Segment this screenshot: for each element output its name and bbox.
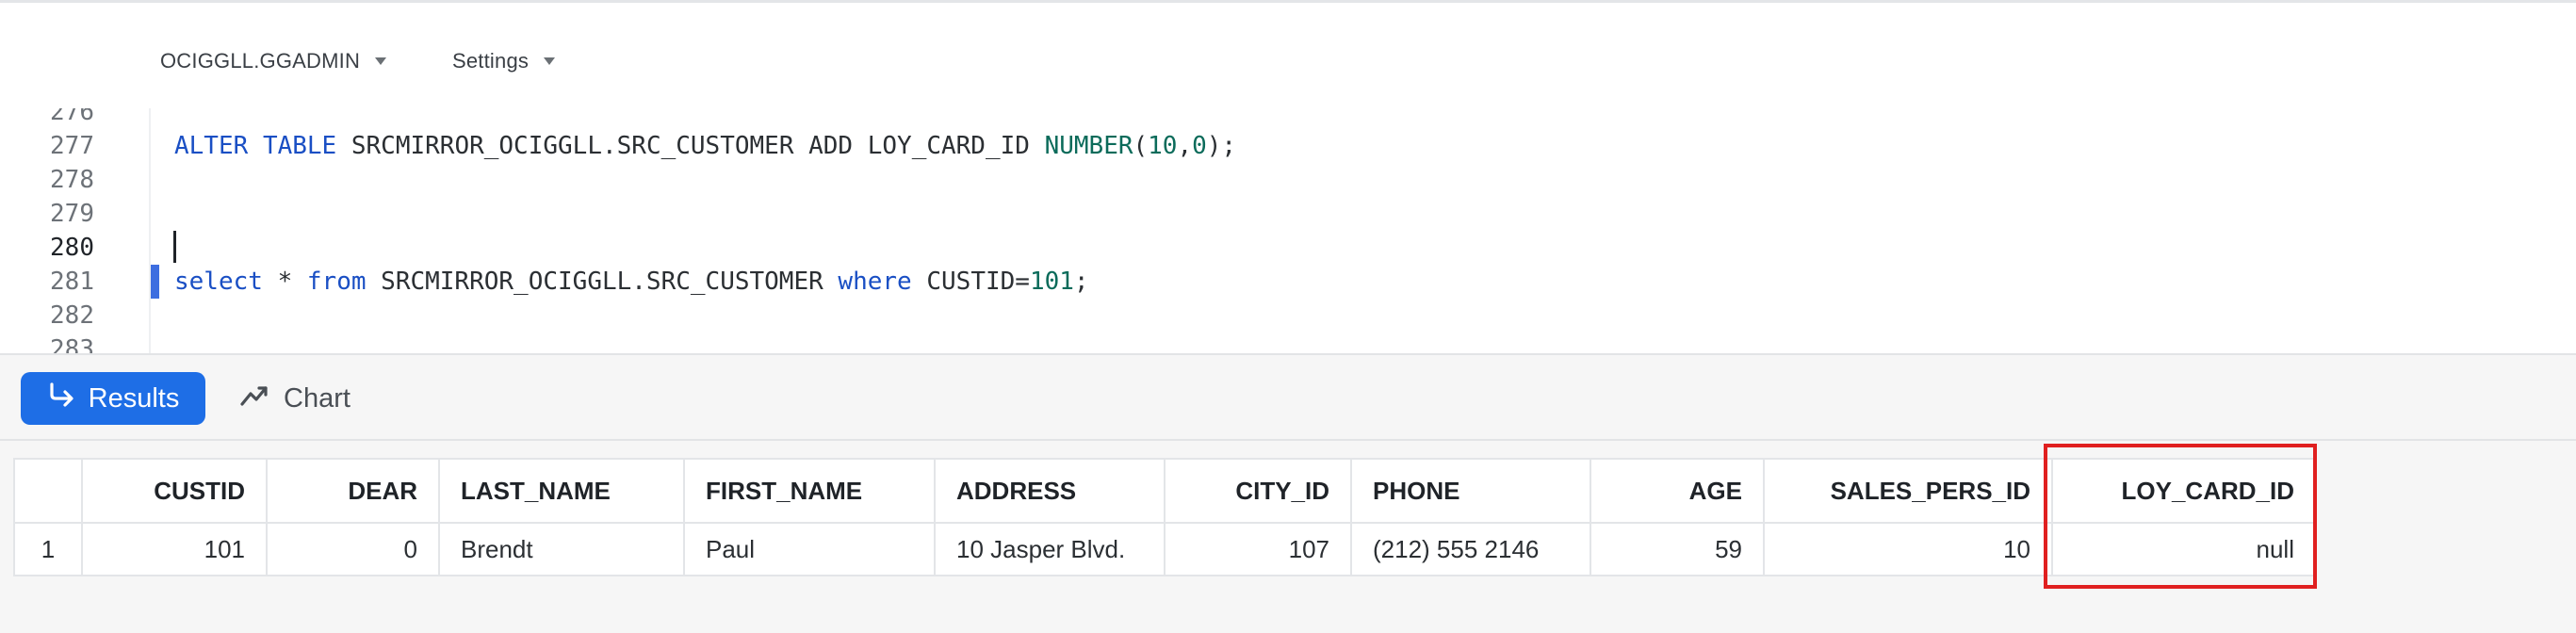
keyword: select <box>174 268 263 296</box>
editor-toolbar: OCIGGLL.GGADMIN Settings <box>0 3 2576 108</box>
grid-header-row: CUSTID DEAR LAST_NAME FIRST_NAME ADDRESS… <box>13 458 2317 524</box>
keyword: TABLE <box>262 132 337 160</box>
code-line-279: 279 <box>0 197 2576 231</box>
code-line-277[interactable]: 277 ALTER TABLE SRCMIRROR_OCIGGLL.SRC_CU… <box>0 129 2576 163</box>
line-number: 279 <box>50 200 94 228</box>
type-name: NUMBER <box>1044 132 1133 160</box>
punct: , <box>1177 132 1193 160</box>
identifier: SRCMIRROR_OCIGGLL.SRC_CUSTOMER <box>366 268 839 296</box>
column-header-dear[interactable]: DEAR <box>266 458 440 524</box>
cell-first-name[interactable]: Paul <box>683 522 936 576</box>
identifier: CUSTID= <box>911 268 1030 296</box>
column-header-city-id[interactable]: CITY_ID <box>1164 458 1352 524</box>
code-line-278: 278 <box>0 163 2576 197</box>
punct: ; <box>1073 268 1089 296</box>
line-number: 278 <box>50 166 94 194</box>
number-literal: 101 <box>1029 268 1074 296</box>
schema-dropdown[interactable]: OCIGGLL.GGADMIN <box>160 42 387 80</box>
settings-dropdown-label: Settings <box>452 49 530 73</box>
line-number: 277 <box>50 132 94 160</box>
cell-sales-pers-id[interactable]: 10 <box>1763 522 2053 576</box>
row-number: 1 <box>13 522 83 576</box>
results-tab-label: Results <box>88 382 180 414</box>
caret-down-icon <box>375 57 387 65</box>
cell-city-id[interactable]: 107 <box>1164 522 1352 576</box>
arrow-return-icon <box>47 381 75 415</box>
line-number: 283 <box>50 335 94 353</box>
column-header-phone[interactable]: PHONE <box>1350 458 1591 524</box>
column-header-first-name[interactable]: FIRST_NAME <box>683 458 936 524</box>
column-header-age[interactable]: AGE <box>1590 458 1765 524</box>
cell-last-name[interactable]: Brendt <box>438 522 685 576</box>
line-number: 281 <box>50 268 94 296</box>
line-number: 276 <box>50 108 94 126</box>
punct: * <box>262 268 307 296</box>
keyword: where <box>838 268 912 296</box>
results-panel: CUSTID DEAR LAST_NAME FIRST_NAME ADDRESS… <box>0 441 2576 633</box>
line-number: 282 <box>50 301 94 330</box>
results-grid: CUSTID DEAR LAST_NAME FIRST_NAME ADDRESS… <box>13 458 2317 576</box>
line-chart-icon <box>240 383 269 414</box>
code-text[interactable]: ALTER TABLE SRCMIRROR_OCIGGLL.SRC_CUSTOM… <box>174 129 1236 163</box>
code-line-282: 282 <box>0 299 2576 333</box>
code-line-283: 283 <box>0 333 2576 353</box>
chart-tab-label: Chart <box>284 382 351 414</box>
settings-dropdown[interactable]: Settings <box>452 42 556 80</box>
cell-phone[interactable]: (212) 555 2146 <box>1350 522 1591 576</box>
column-header-loy-card-id[interactable]: LOY_CARD_ID <box>2051 458 2317 524</box>
cell-age[interactable]: 59 <box>1590 522 1765 576</box>
results-toolbar: Results Chart <box>0 353 2576 441</box>
number-literal: 0 <box>1192 132 1207 160</box>
column-header-last-name[interactable]: LAST_NAME <box>438 458 685 524</box>
line-number: 280 <box>50 234 94 262</box>
column-header-custid[interactable]: CUSTID <box>81 458 268 524</box>
keyword: ALTER <box>174 132 249 160</box>
text-cursor <box>173 231 176 263</box>
punct: ); <box>1206 132 1237 160</box>
code-line-281[interactable]: 281 select * from SRCMIRROR_OCIGGLL.SRC_… <box>0 265 2576 299</box>
number-literal: 10 <box>1148 132 1178 160</box>
cell-address[interactable]: 10 Jasper Blvd. <box>934 522 1166 576</box>
cell-dear[interactable]: 0 <box>266 522 440 576</box>
code-text[interactable]: select * from SRCMIRROR_OCIGGLL.SRC_CUST… <box>174 265 1089 299</box>
punct: ( <box>1133 132 1149 160</box>
keyword: from <box>306 268 367 296</box>
column-header-sales-pers-id[interactable]: SALES_PERS_ID <box>1763 458 2053 524</box>
chart-tab-button[interactable]: Chart <box>240 372 351 425</box>
sql-editor[interactable]: 276 277 ALTER TABLE SRCMIRROR_OCIGGLL.SR… <box>0 108 2576 353</box>
grid-corner-cell <box>13 458 83 524</box>
cell-loy-card-id[interactable]: null <box>2051 522 2317 576</box>
identifier: SRCMIRROR_OCIGGLL.SRC_CUSTOMER ADD LOY_C… <box>336 132 1045 160</box>
code-line-280[interactable]: 280 <box>0 231 2576 265</box>
table-row: 1 101 0 Brendt Paul 10 Jasper Blvd. 107 … <box>13 522 2317 576</box>
cell-custid[interactable]: 101 <box>81 522 268 576</box>
current-statement-marker <box>151 265 159 299</box>
results-tab-button[interactable]: Results <box>21 372 205 425</box>
code-line-276: 276 <box>0 108 2576 129</box>
caret-down-icon <box>544 57 556 65</box>
column-header-address[interactable]: ADDRESS <box>934 458 1166 524</box>
schema-dropdown-label: OCIGGLL.GGADMIN <box>160 49 361 73</box>
